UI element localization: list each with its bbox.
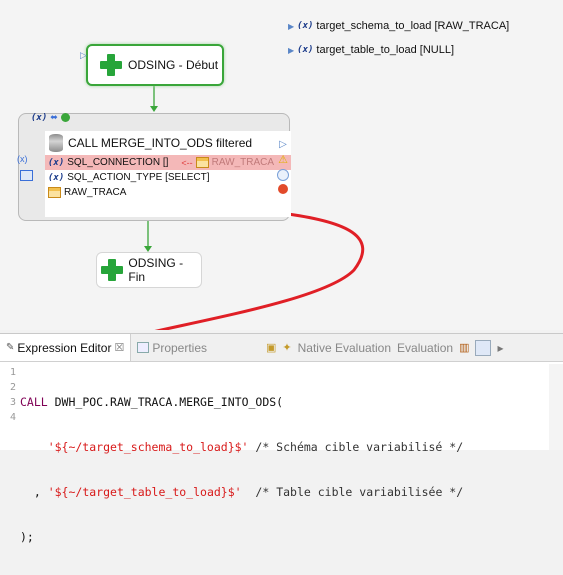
line-number: 2: [9, 382, 16, 393]
code-line-2: '${~/target_schema_to_load}$' /* Schéma …: [20, 440, 463, 455]
tab-expression-editor[interactable]: ✎ Expression Editor ☒: [0, 334, 132, 361]
lock-icon[interactable]: ▣: [266, 341, 276, 354]
code-comment: /* Schéma cible variabilisé */: [248, 440, 464, 454]
evaluation-button[interactable]: Evaluation: [397, 341, 453, 355]
keyword-call: CALL: [20, 395, 48, 409]
warning-icon: ⚠: [278, 154, 288, 166]
string-literal: '${~/target_schema_to_load}$': [20, 440, 249, 454]
end-node-label: ODSING - Fin: [128, 256, 184, 284]
start-node[interactable]: ▷ ODSING - Début: [80, 44, 224, 86]
side-table-icon: [20, 170, 33, 184]
native-evaluation-button[interactable]: Native Evaluation: [298, 341, 391, 355]
action-block[interactable]: (x) ⬌ (x) CALL MERGE_INTO_ODS filtered (…: [17, 112, 291, 221]
panel-toolbar: ▣ ✦ Native Evaluation Evaluation ▥ ▸: [266, 334, 504, 361]
palette-icon[interactable]: [475, 339, 492, 356]
designer-canvas[interactable]: ▶ (x) target_schema_to_load [RAW_TRACA] …: [0, 0, 563, 330]
code-text: );: [20, 530, 34, 544]
database-icon: [49, 134, 63, 152]
side-var-icon: (x): [17, 154, 28, 164]
line-number: 4: [9, 412, 16, 423]
more-icon[interactable]: ▸: [497, 341, 503, 355]
param-row-table[interactable]: RAW_TRACA: [45, 185, 291, 200]
plus-process-icon: [101, 259, 123, 281]
panel-tabbar: ✎ Expression Editor ☒ Properties ▣ ✦ Nat…: [0, 334, 563, 362]
code-lines: CALL DWH_POC.RAW_TRACA.MERGE_INTO_ODS( '…: [20, 365, 463, 575]
action-body[interactable]: CALL MERGE_INTO_ODS filtered (x) SQL_CON…: [45, 131, 291, 217]
play-icon[interactable]: ▷: [279, 139, 287, 150]
line-number: 3: [9, 397, 16, 408]
param-row-sql-connection[interactable]: (x) SQL_CONNECTION [] <-- RAW_TRACA: [45, 155, 291, 170]
tab-properties[interactable]: Properties: [131, 334, 213, 361]
play-icon: ▷: [80, 50, 87, 60]
action-title: CALL MERGE_INTO_ODS filtered: [68, 136, 253, 150]
variable-icon: (x): [48, 172, 65, 183]
tab-label: Expression Editor: [17, 340, 112, 355]
code-line-3: , '${~/target_table_to_load}$' /* Table …: [20, 485, 463, 500]
edit-icon: ✎: [6, 342, 15, 353]
string-literal: '${~/target_table_to_load}$': [47, 485, 242, 499]
vertical-scrollbar[interactable]: [549, 364, 563, 450]
link-icon: ⬌: [50, 112, 58, 122]
code-line-4: );: [20, 530, 463, 545]
books-icon[interactable]: ▥: [459, 341, 469, 354]
side-status-icons: ▷ ⚠: [277, 139, 289, 194]
start-node-label: ODSING - Début: [128, 58, 219, 72]
tab-label: Properties: [152, 340, 208, 355]
code-editor[interactable]: 1 2 3 4 CALL DWH_POC.RAW_TRACA.MERGE_INT…: [0, 362, 563, 544]
variable-icon: (x): [48, 157, 65, 168]
code-text: DWH_POC.RAW_TRACA.MERGE_INTO_ODS(: [47, 395, 284, 409]
code-line-1: CALL DWH_POC.RAW_TRACA.MERGE_INTO_ODS(: [20, 395, 463, 410]
end-node[interactable]: ODSING - Fin: [96, 252, 202, 288]
line-numbers: 1 2 3 4: [0, 365, 16, 425]
variable-icon: (x): [31, 112, 48, 123]
error-icon: [278, 184, 288, 194]
param-row-sql-action-type[interactable]: (x) SQL_ACTION_TYPE [SELECT]: [45, 170, 291, 185]
action-header-icons: (x) ⬌: [31, 112, 70, 123]
code-text: ,: [20, 485, 48, 499]
wand-icon[interactable]: ✦: [282, 341, 291, 354]
properties-icon: [137, 342, 150, 353]
info-icon: [277, 169, 289, 181]
check-icon: [60, 113, 70, 122]
param-link-value: RAW_TRACA: [211, 157, 275, 168]
expression-editor-panel: ✎ Expression Editor ☒ Properties ▣ ✦ Nat…: [0, 333, 563, 544]
param-label: RAW_TRACA: [64, 187, 127, 198]
close-icon[interactable]: ☒: [114, 341, 124, 354]
plus-process-icon: [100, 54, 122, 76]
param-label: SQL_CONNECTION []: [67, 157, 169, 168]
table-icon: [195, 157, 209, 168]
param-link-arrow: <--: [181, 157, 193, 168]
table-icon: [48, 187, 61, 198]
line-number: 1: [9, 367, 16, 378]
code-comment: /* Table cible variabilisée */: [241, 485, 464, 499]
param-label: SQL_ACTION_TYPE [SELECT]: [67, 172, 210, 183]
